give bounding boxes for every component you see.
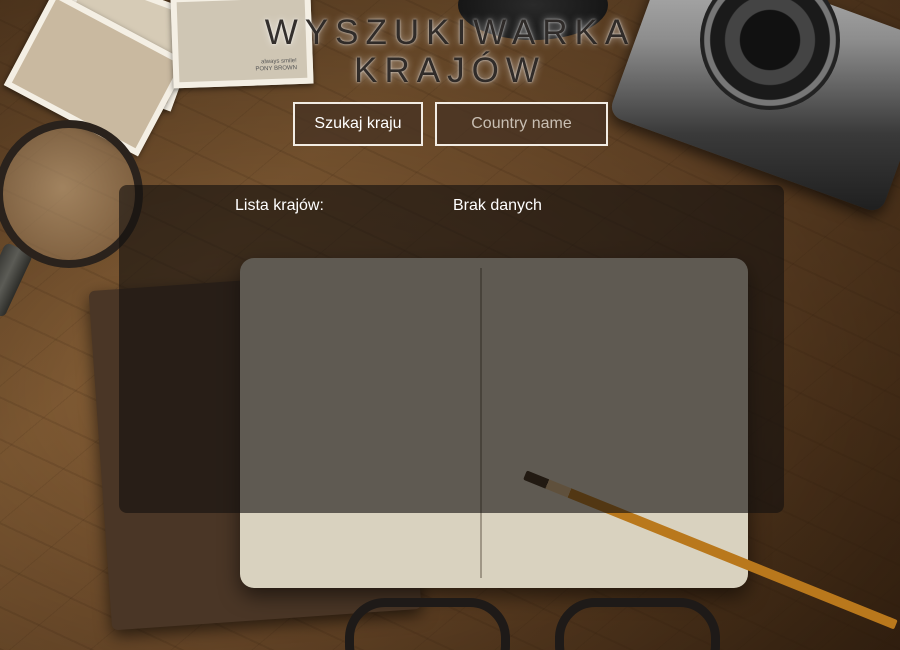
results-panel: Lista krajów: Brak danych [119,185,784,513]
search-bar: Szukaj kraju [293,102,608,146]
country-name-input[interactable] [435,102,608,146]
page-title-line1: WYSZUKIWARKA [264,13,636,52]
page-title-line2: KRAJÓW [354,51,546,90]
page-title: WYSZUKIWARKA KRAJÓW [0,14,900,90]
background-glasses [345,598,720,650]
search-country-button[interactable]: Szukaj kraju [293,102,423,146]
country-list-label: Lista krajów: [235,197,324,214]
country-list-value: Brak danych [453,197,542,214]
